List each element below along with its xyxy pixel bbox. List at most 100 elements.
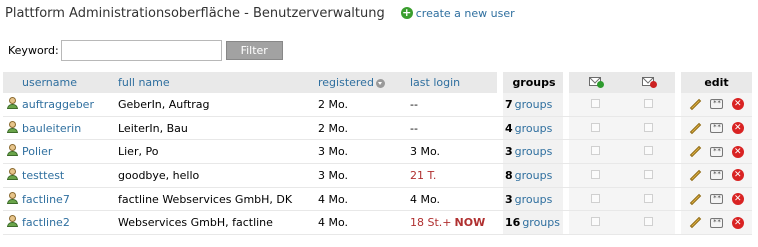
keyword-label: Keyword: [8,43,59,57]
delete-icon[interactable]: ✕ [731,169,744,182]
delete-icon[interactable]: ✕ [731,193,744,206]
password-icon[interactable]: ** [710,217,724,228]
table-row: auftraggeber GeberIn, Auftrag 2 Mo. -- 7… [3,93,752,117]
col-fullname[interactable]: full name [118,72,318,93]
create-user-link[interactable]: + create a new user [400,6,515,20]
mail-out-checkbox[interactable] [644,217,653,227]
filter-button[interactable]: Filter [225,40,283,60]
header: Plattform Administrationsoberfläche - Be… [5,3,515,23]
col-username[interactable]: username [22,72,118,93]
col-last-login[interactable]: last login [410,72,497,93]
groups-link[interactable]: groups [515,98,553,111]
groups-link[interactable]: groups [515,145,553,158]
plus-icon: + [400,6,413,19]
groups-cell: 3 groups [503,187,563,212]
groups-count: 4 [505,121,513,135]
registered-cell: 2 Mo. [318,93,410,117]
page-title: Plattform Administrationsoberfläche - Be… [5,5,385,21]
password-icon[interactable]: ** [710,123,724,134]
keyword-input[interactable] [60,39,222,61]
filter-bar: Keyword: Filter [8,39,283,61]
last-login-cell: -- [410,93,497,117]
mail-in-checkbox[interactable] [591,169,600,179]
last-login-cell: 21 T. [410,164,497,188]
edit-pencil-icon[interactable] [689,193,702,205]
delete-icon[interactable]: ✕ [731,98,744,111]
edit-pencil-icon[interactable] [689,98,702,111]
groups-count: 3 [505,192,513,206]
user-table: username full name registered last login… [3,71,752,236]
fullname-cell: goodbye, hello [118,164,318,188]
mail-green-icon [588,71,604,88]
mail-in-checkbox[interactable] [591,122,600,132]
table-row: factline2 Webservices GmbH, factline 4 M… [3,211,752,236]
table-row: testtest goodbye, hello 3 Mo. 21 T. 8 gro… [3,164,752,188]
user-icon [6,120,19,133]
groups-link[interactable]: groups [515,169,553,182]
password-icon[interactable]: ** [710,99,724,110]
mail-in-checkbox[interactable] [591,98,600,108]
last-login-cell: 3 Mo. [410,140,497,165]
mail-in-checkbox[interactable] [591,146,600,156]
groups-count: 16 [505,216,521,230]
delete-icon[interactable]: ✕ [731,122,744,135]
col-mail-in [569,71,622,93]
delete-icon[interactable]: ✕ [731,145,744,158]
groups-count: 7 [505,97,513,111]
fullname-cell: Webservices GmbH, factline [118,211,318,236]
username-link[interactable]: factline7 [22,193,70,206]
mail-out-checkbox[interactable] [644,122,653,132]
groups-link[interactable]: groups [522,216,560,229]
groups-count: 3 [505,145,513,159]
edit-pencil-icon[interactable] [689,217,702,229]
registered-cell: 3 Mo. [318,140,410,165]
delete-icon[interactable]: ✕ [731,216,744,229]
groups-link[interactable]: groups [515,122,553,135]
sort-desc-icon[interactable] [375,78,385,88]
groups-cell: 7 groups [503,93,563,117]
mail-in-checkbox[interactable] [591,217,600,227]
mail-out-checkbox[interactable] [644,169,653,179]
groups-cell: 4 groups [503,116,563,141]
col-registered[interactable]: registered [318,72,410,93]
password-icon[interactable]: ** [710,146,724,157]
col-mail-out [622,71,675,93]
registered-cell: 4 Mo. [318,211,410,236]
user-icon [6,191,19,204]
last-login-cell: 4 Mo. [410,188,497,212]
user-icon [6,144,19,157]
col-edit: edit [681,72,752,93]
now-badge: NOW [454,216,486,230]
table-row: Polier Lier, Po 3 Mo. 3 Mo. 3 groups ** ✕ [3,140,752,165]
username-link[interactable]: bauleiterin [22,122,81,135]
password-icon[interactable]: ** [710,170,724,181]
fullname-cell: GeberIn, Auftrag [118,93,318,117]
mail-out-checkbox[interactable] [644,146,653,156]
create-user-label: create a new user [415,6,515,20]
last-login-cell: -- [410,117,497,141]
username-link[interactable]: factline2 [22,216,70,229]
table-row: bauleiterin LeiterIn, Bau 2 Mo. -- 4 grou… [3,116,752,141]
username-link[interactable]: testtest [22,169,64,182]
groups-cell: 3 groups [503,140,563,165]
password-icon[interactable]: ** [710,194,724,205]
col-groups: groups [503,72,563,93]
registered-cell: 3 Mo. [318,164,410,188]
mail-out-checkbox[interactable] [644,193,653,203]
registered-cell: 2 Mo. [318,117,410,141]
user-icon [6,96,19,109]
mail-red-icon [641,71,657,88]
edit-pencil-icon[interactable] [689,146,702,158]
table-header-row: username full name registered last login… [3,71,752,93]
groups-cell: 8 groups [503,164,563,188]
edit-pencil-icon[interactable] [689,169,702,182]
fullname-cell: factline Webservices GmbH, DK [118,188,318,212]
groups-link[interactable]: groups [515,193,553,206]
mail-in-checkbox[interactable] [591,193,600,203]
username-link[interactable]: auftraggeber [22,98,94,111]
mail-out-checkbox[interactable] [644,98,653,108]
edit-pencil-icon[interactable] [689,122,702,134]
username-link[interactable]: Polier [22,145,52,158]
groups-cell: 16 groups [503,211,563,236]
groups-count: 8 [505,168,513,182]
